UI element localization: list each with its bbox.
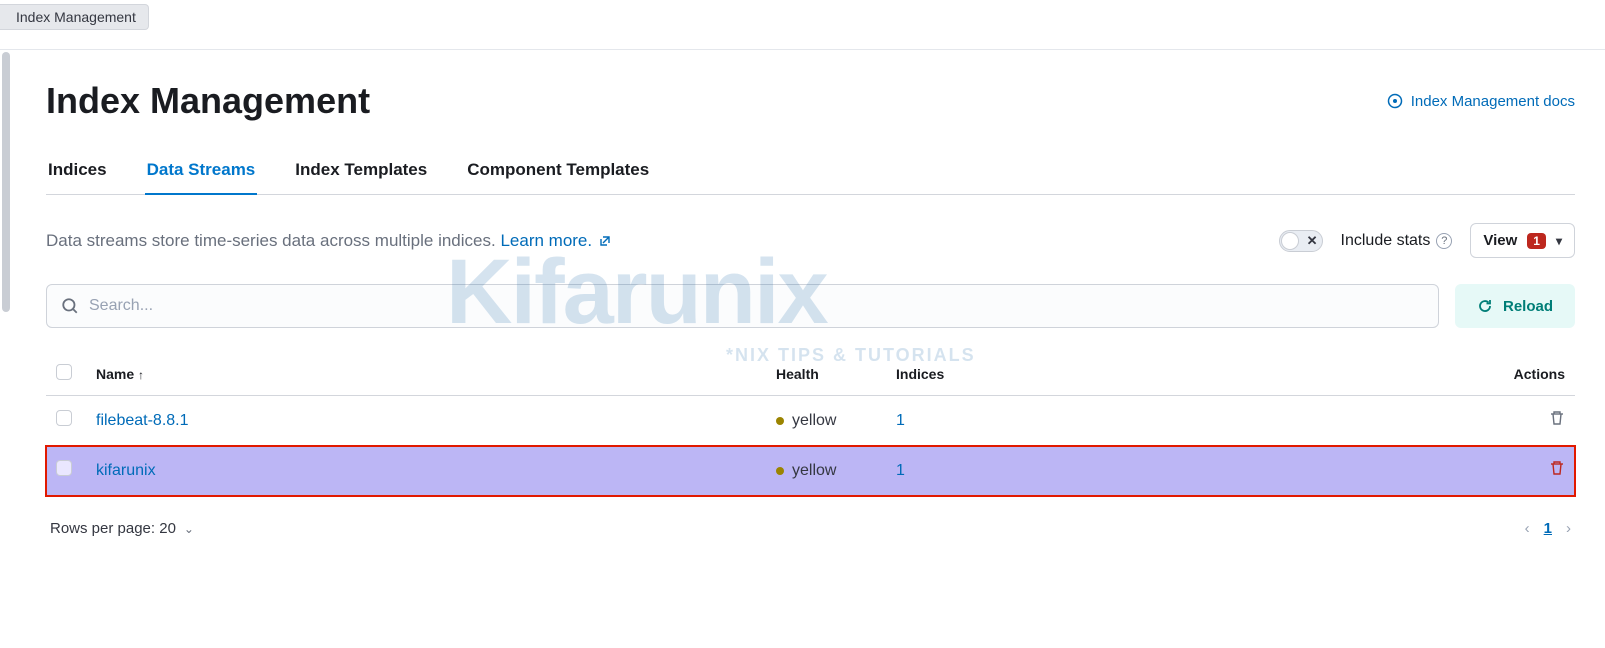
- health-dot-icon: [776, 417, 784, 425]
- search-input[interactable]: [89, 297, 1424, 315]
- page-body: Kifarunix *NIX TIPS & TUTORIALS Index Ma…: [16, 50, 1605, 648]
- view-dropdown[interactable]: View 1 ▾: [1470, 223, 1575, 258]
- include-stats-toggle[interactable]: ✕: [1279, 230, 1323, 252]
- table-row: kifarunix yellow 1: [46, 446, 1575, 496]
- stream-name-link[interactable]: filebeat-8.8.1: [96, 412, 189, 429]
- sort-up-icon: ↑: [138, 368, 144, 382]
- column-header-indices[interactable]: Indices: [886, 352, 1495, 396]
- health-dot-icon: [776, 467, 784, 475]
- tabs: Indices Data Streams Index Templates Com…: [46, 150, 1575, 195]
- chevron-down-icon: ⌄: [184, 522, 194, 536]
- docs-link-label: Index Management docs: [1411, 93, 1575, 110]
- column-header-actions: Actions: [1495, 352, 1575, 396]
- rows-per-page-label: Rows per page: 20: [50, 520, 176, 537]
- popout-icon: [599, 235, 611, 247]
- info-icon[interactable]: ?: [1436, 233, 1452, 249]
- breadcrumb[interactable]: Index Management: [0, 4, 149, 30]
- view-label: View: [1483, 232, 1517, 249]
- help-icon: [1387, 93, 1403, 109]
- select-all-checkbox[interactable]: [56, 364, 72, 380]
- rows-per-page-dropdown[interactable]: Rows per page: 20 ⌄: [50, 520, 194, 537]
- search-box[interactable]: [46, 284, 1439, 328]
- trash-icon: [1549, 410, 1565, 426]
- search-row: Reload: [46, 284, 1575, 328]
- reload-label: Reload: [1503, 298, 1553, 315]
- column-header-health[interactable]: Health: [766, 352, 886, 396]
- include-stats-label: Include stats ?: [1341, 232, 1453, 250]
- vertical-scrollbar[interactable]: [0, 52, 12, 642]
- data-streams-table: Name ↑ Health Indices Actions filebeat-8…: [46, 352, 1575, 496]
- row-checkbox[interactable]: [56, 410, 72, 426]
- table-row: filebeat-8.8.1 yellow 1: [46, 396, 1575, 446]
- description: Data streams store time-series data acro…: [46, 231, 611, 251]
- right-controls: ✕ Include stats ? View 1 ▾: [1279, 223, 1575, 258]
- search-icon: [61, 297, 79, 315]
- stream-name-link[interactable]: kifarunix: [96, 462, 156, 479]
- learn-more-link[interactable]: Learn more.: [500, 231, 610, 250]
- subheader: Data streams store time-series data acro…: [46, 223, 1575, 258]
- breadcrumb-bar: Index Management: [0, 0, 1605, 50]
- table-footer: Rows per page: 20 ⌄ ‹ 1 ›: [46, 496, 1575, 537]
- prev-page-button[interactable]: ‹: [1525, 520, 1530, 537]
- tab-data-streams[interactable]: Data Streams: [145, 150, 258, 194]
- next-page-button[interactable]: ›: [1566, 520, 1571, 537]
- page-header: Index Management Index Management docs: [46, 80, 1575, 122]
- close-icon: ✕: [1307, 233, 1318, 249]
- view-count-badge: 1: [1527, 233, 1546, 249]
- docs-link[interactable]: Index Management docs: [1387, 93, 1575, 110]
- trash-icon: [1549, 460, 1565, 476]
- health-cell: yellow: [776, 412, 836, 430]
- row-checkbox[interactable]: [56, 460, 72, 476]
- indices-link[interactable]: 1: [896, 412, 905, 429]
- indices-link[interactable]: 1: [896, 462, 905, 479]
- pager: ‹ 1 ›: [1525, 520, 1571, 537]
- description-text: Data streams store time-series data acro…: [46, 231, 500, 250]
- tab-index-templates[interactable]: Index Templates: [293, 150, 429, 194]
- delete-button[interactable]: [1549, 410, 1565, 426]
- page-number[interactable]: 1: [1544, 520, 1552, 537]
- tab-indices[interactable]: Indices: [46, 150, 109, 194]
- reload-button[interactable]: Reload: [1455, 284, 1575, 328]
- delete-button[interactable]: [1549, 460, 1565, 476]
- reload-icon: [1477, 298, 1493, 314]
- health-cell: yellow: [776, 462, 836, 480]
- breadcrumb-label: Index Management: [16, 9, 136, 25]
- chevron-down-icon: ▾: [1556, 234, 1562, 248]
- tab-component-templates[interactable]: Component Templates: [465, 150, 651, 194]
- column-header-name[interactable]: Name ↑: [86, 352, 766, 396]
- page-title: Index Management: [46, 80, 370, 122]
